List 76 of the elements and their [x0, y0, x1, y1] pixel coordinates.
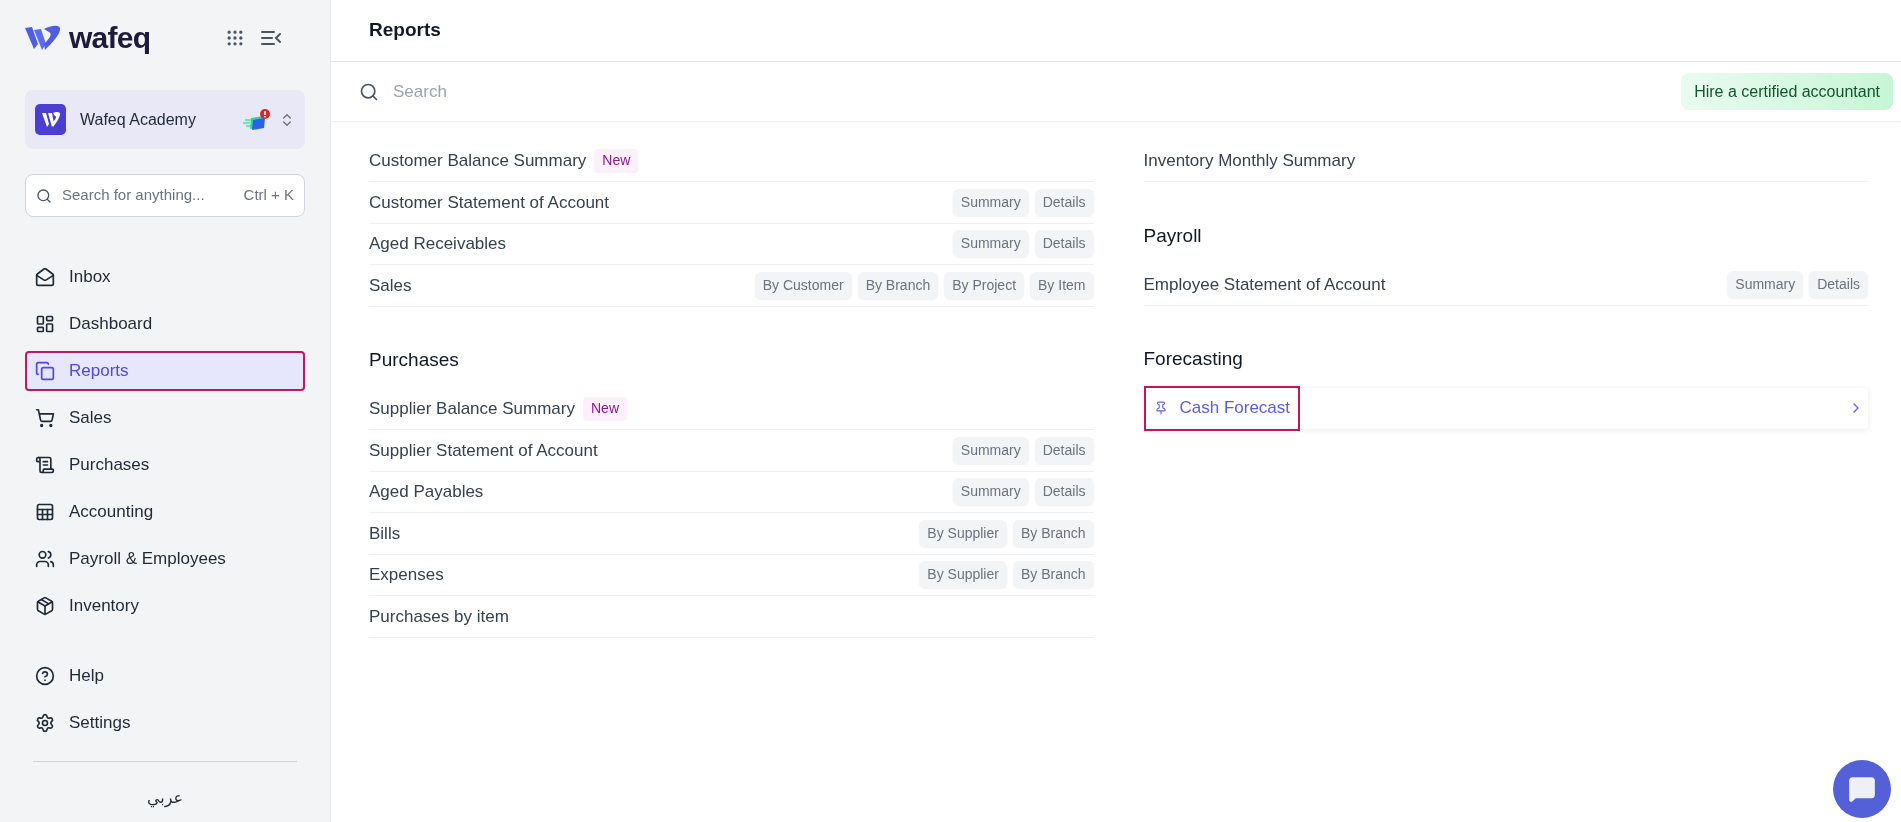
search-icon: [359, 81, 379, 102]
global-search-input[interactable]: Search for anything...: [62, 184, 234, 207]
receipt-icon: [35, 455, 55, 475]
envelope-icon: [35, 267, 55, 287]
nav-item[interactable]: Dashboard: [25, 304, 305, 344]
report-variant-button[interactable]: By Supplier: [919, 561, 1007, 589]
report-link[interactable]: Employee Statement of Account: [1143, 271, 1386, 297]
copy-pages-icon: [35, 361, 55, 381]
report-link[interactable]: Supplier Balance Summary: [369, 396, 575, 422]
nav-item[interactable]: Purchases: [25, 445, 305, 485]
report-variant-button[interactable]: Summary: [952, 478, 1029, 506]
help-icon: [35, 666, 55, 686]
box-icon: [35, 596, 55, 616]
report-variant-button[interactable]: Details: [1809, 270, 1868, 298]
nav-item[interactable]: Settings: [25, 703, 305, 743]
report-link[interactable]: Aged Receivables: [369, 231, 507, 257]
report-link[interactable]: Customer Balance Summary: [369, 148, 587, 174]
logo-wordmark: wafeq: [69, 23, 151, 53]
people-icon: [35, 549, 55, 569]
new-badge: New: [594, 148, 639, 173]
report-variant-button[interactable]: Summary: [1727, 270, 1804, 298]
pin-icon: [1153, 401, 1168, 415]
report-variant-button[interactable]: Summary: [952, 436, 1029, 464]
nav-item[interactable]: Inventory: [25, 586, 305, 626]
global-search-field[interactable]: Search for anything... Ctrl + K: [25, 174, 305, 217]
report-link[interactable]: Bills: [369, 520, 401, 546]
report-variant-button[interactable]: Summary: [952, 188, 1029, 216]
report-link[interactable]: Aged Payables: [369, 479, 484, 505]
settings-icon: [35, 713, 55, 733]
report-variant-button[interactable]: By Project: [944, 271, 1025, 299]
apps-grid-icon[interactable]: [225, 28, 245, 48]
keyboard-shortcut: Ctrl + K: [243, 185, 294, 206]
search-input[interactable]: Search: [393, 78, 1682, 105]
cash-forecast-link[interactable]: Cash Forecast: [1143, 385, 1301, 431]
report-variant-button[interactable]: Details: [1034, 478, 1094, 506]
organization-switcher[interactable]: Wafeq Academy: [25, 90, 305, 149]
nav-item[interactable]: Accounting: [25, 492, 305, 532]
section-heading: Payroll: [1143, 223, 1202, 248]
table-icon: [35, 502, 55, 522]
nav-item[interactable]: Help: [25, 656, 305, 696]
hire-accountant-button[interactable]: Hire a certified accountant: [1681, 73, 1893, 110]
report-variant-button[interactable]: By Customer: [754, 271, 852, 299]
report-variant-button[interactable]: By Branch: [857, 271, 939, 299]
new-badge: New: [583, 396, 627, 421]
report-variant-button[interactable]: By Supplier: [919, 519, 1007, 547]
report-variant-button[interactable]: Details: [1034, 436, 1094, 464]
report-variant-button[interactable]: By Branch: [1012, 561, 1094, 589]
report-link[interactable]: Purchases by item: [369, 603, 509, 629]
report-link[interactable]: Inventory Monthly Summary: [1143, 148, 1356, 174]
nav-item[interactable]: Sales: [25, 398, 305, 438]
cards-alert-icon: [243, 107, 271, 132]
collapse-menu-icon[interactable]: [261, 30, 281, 46]
nav-item[interactable]: Inbox: [25, 257, 305, 297]
report-variant-button[interactable]: By Item: [1030, 271, 1094, 299]
language-link[interactable]: عربي: [146, 786, 184, 810]
cart-icon: [35, 408, 55, 428]
organization-logo-icon: [35, 104, 66, 135]
report-variant-button[interactable]: Details: [1034, 230, 1094, 258]
report-variant-button[interactable]: Summary: [952, 230, 1029, 258]
chat-button[interactable]: [1833, 760, 1891, 818]
section-heading: Forecasting: [1143, 347, 1243, 372]
nav-item[interactable]: Payroll & Employees: [25, 539, 305, 579]
logo-mark-icon: [25, 24, 61, 52]
nav-item[interactable]: Reports: [25, 351, 305, 391]
report-variant-button[interactable]: By Branch: [1012, 519, 1094, 547]
report-variant-button[interactable]: Details: [1034, 188, 1094, 216]
dashboard-icon: [35, 314, 55, 334]
page-title: Reports: [369, 18, 441, 43]
chat-bubble-icon: [1848, 775, 1876, 803]
report-link[interactable]: Expenses: [369, 562, 444, 588]
section-heading: Purchases: [369, 348, 459, 373]
report-link[interactable]: Supplier Statement of Account: [369, 437, 598, 463]
organization-name: Wafeq Academy: [80, 109, 197, 130]
report-link[interactable]: Sales: [369, 272, 412, 298]
search-icon: [36, 187, 52, 204]
report-link[interactable]: Customer Statement of Account: [369, 189, 609, 215]
